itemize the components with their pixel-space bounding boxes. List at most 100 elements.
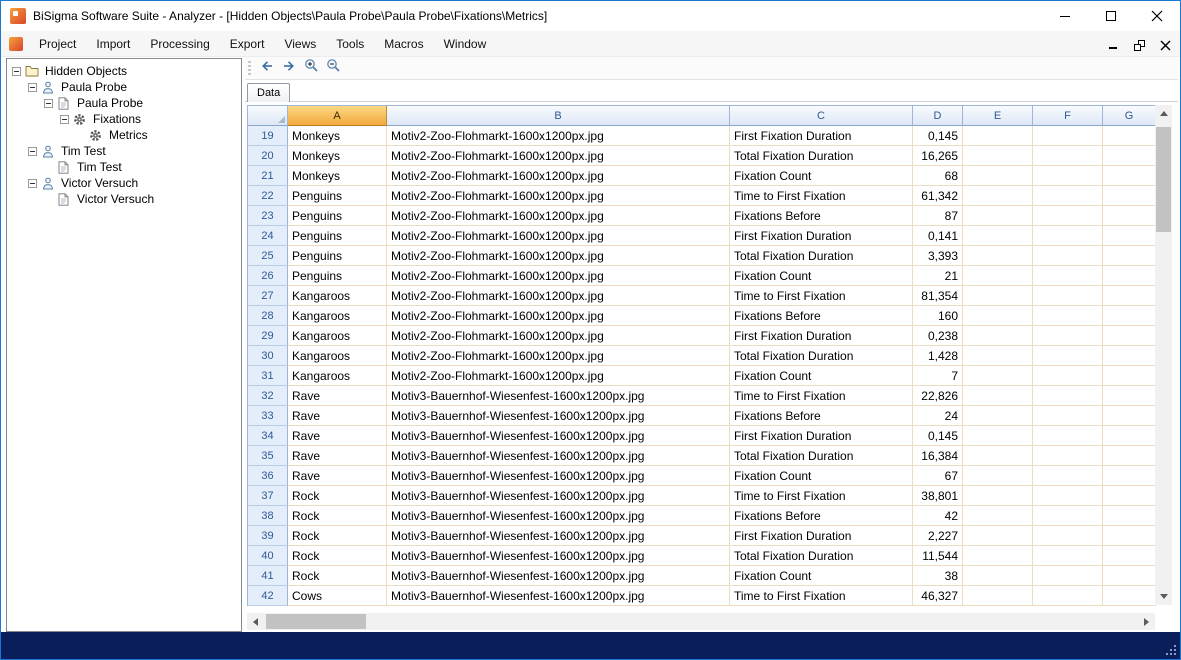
cell-B33[interactable]: Motiv3-Bauernhof-Wiesenfest-1600x1200px.… [387, 406, 730, 426]
close-button[interactable] [1134, 1, 1180, 31]
cell-B30[interactable]: Motiv2-Zoo-Flohmarkt-1600x1200px.jpg [387, 346, 730, 366]
row-header-33[interactable]: 33 [248, 406, 288, 426]
cell-D24[interactable]: 0,141 [913, 226, 963, 246]
row-header-37[interactable]: 37 [248, 486, 288, 506]
cell-A42[interactable]: Cows [288, 586, 387, 606]
cell-C34[interactable]: First Fixation Duration [730, 426, 913, 446]
horizontal-scrollbar[interactable] [247, 613, 1155, 630]
cell-A29[interactable]: Kangaroos [288, 326, 387, 346]
tab-data[interactable]: Data [247, 83, 290, 102]
column-header-D[interactable]: D [913, 106, 963, 126]
cell-G42[interactable] [1103, 586, 1156, 606]
cell-C28[interactable]: Fixations Before [730, 306, 913, 326]
cell-B21[interactable]: Motiv2-Zoo-Flohmarkt-1600x1200px.jpg [387, 166, 730, 186]
cell-B36[interactable]: Motiv3-Bauernhof-Wiesenfest-1600x1200px.… [387, 466, 730, 486]
cell-G34[interactable] [1103, 426, 1156, 446]
row-header-27[interactable]: 27 [248, 286, 288, 306]
cell-D29[interactable]: 0,238 [913, 326, 963, 346]
cell-F19[interactable] [1033, 126, 1103, 146]
cell-E25[interactable] [963, 246, 1033, 266]
menu-item-export[interactable]: Export [220, 33, 275, 55]
cell-E30[interactable] [963, 346, 1033, 366]
cell-B26[interactable]: Motiv2-Zoo-Flohmarkt-1600x1200px.jpg [387, 266, 730, 286]
mdi-restore-button[interactable] [1132, 37, 1146, 51]
row-header-19[interactable]: 19 [248, 126, 288, 146]
cell-B23[interactable]: Motiv2-Zoo-Flohmarkt-1600x1200px.jpg [387, 206, 730, 226]
cell-G31[interactable] [1103, 366, 1156, 386]
cell-C41[interactable]: Fixation Count [730, 566, 913, 586]
cell-C30[interactable]: Total Fixation Duration [730, 346, 913, 366]
cell-A38[interactable]: Rock [288, 506, 387, 526]
cell-F30[interactable] [1033, 346, 1103, 366]
cell-C27[interactable]: Time to First Fixation [730, 286, 913, 306]
cell-C37[interactable]: Time to First Fixation [730, 486, 913, 506]
row-header-32[interactable]: 32 [248, 386, 288, 406]
cell-A41[interactable]: Rock [288, 566, 387, 586]
cell-F32[interactable] [1033, 386, 1103, 406]
cell-D26[interactable]: 21 [913, 266, 963, 286]
cell-B27[interactable]: Motiv2-Zoo-Flohmarkt-1600x1200px.jpg [387, 286, 730, 306]
select-all-corner[interactable] [248, 106, 288, 126]
cell-A31[interactable]: Kangaroos [288, 366, 387, 386]
cell-G21[interactable] [1103, 166, 1156, 186]
cell-B29[interactable]: Motiv2-Zoo-Flohmarkt-1600x1200px.jpg [387, 326, 730, 346]
scroll-left-button[interactable] [247, 613, 264, 630]
cell-E41[interactable] [963, 566, 1033, 586]
cell-G19[interactable] [1103, 126, 1156, 146]
cell-D42[interactable]: 46,327 [913, 586, 963, 606]
cell-F42[interactable] [1033, 586, 1103, 606]
cell-D40[interactable]: 11,544 [913, 546, 963, 566]
cell-F22[interactable] [1033, 186, 1103, 206]
tree-item-hidden-objects[interactable]: Hidden Objects [7, 63, 241, 79]
cell-G37[interactable] [1103, 486, 1156, 506]
column-header-B[interactable]: B [387, 106, 730, 126]
toolbar-grip[interactable] [248, 61, 251, 76]
column-header-G[interactable]: G [1103, 106, 1156, 126]
row-header-21[interactable]: 21 [248, 166, 288, 186]
menu-item-processing[interactable]: Processing [140, 33, 219, 55]
cell-E34[interactable] [963, 426, 1033, 446]
cell-B32[interactable]: Motiv3-Bauernhof-Wiesenfest-1600x1200px.… [387, 386, 730, 406]
cell-G41[interactable] [1103, 566, 1156, 586]
cell-E28[interactable] [963, 306, 1033, 326]
cell-A21[interactable]: Monkeys [288, 166, 387, 186]
cell-E42[interactable] [963, 586, 1033, 606]
cell-F21[interactable] [1033, 166, 1103, 186]
cell-C21[interactable]: Fixation Count [730, 166, 913, 186]
cell-D22[interactable]: 61,342 [913, 186, 963, 206]
minimize-button[interactable] [1042, 1, 1088, 31]
mdi-close-button[interactable] [1158, 37, 1172, 51]
cell-D20[interactable]: 16,265 [913, 146, 963, 166]
cell-E20[interactable] [963, 146, 1033, 166]
cell-A23[interactable]: Penguins [288, 206, 387, 226]
cell-G25[interactable] [1103, 246, 1156, 266]
cell-A26[interactable]: Penguins [288, 266, 387, 286]
vertical-scrollbar-thumb[interactable] [1156, 127, 1171, 232]
cell-E21[interactable] [963, 166, 1033, 186]
cell-D32[interactable]: 22,826 [913, 386, 963, 406]
cell-A37[interactable]: Rock [288, 486, 387, 506]
cell-D28[interactable]: 160 [913, 306, 963, 326]
cell-F28[interactable] [1033, 306, 1103, 326]
cell-E31[interactable] [963, 366, 1033, 386]
cell-B34[interactable]: Motiv3-Bauernhof-Wiesenfest-1600x1200px.… [387, 426, 730, 446]
row-header-35[interactable]: 35 [248, 446, 288, 466]
row-header-36[interactable]: 36 [248, 466, 288, 486]
scroll-down-button[interactable] [1155, 588, 1172, 605]
back-button[interactable] [256, 58, 278, 79]
cell-D35[interactable]: 16,384 [913, 446, 963, 466]
collapse-expander-icon[interactable] [12, 67, 21, 76]
cell-D33[interactable]: 24 [913, 406, 963, 426]
cell-E35[interactable] [963, 446, 1033, 466]
cell-A32[interactable]: Rave [288, 386, 387, 406]
collapse-expander-icon[interactable] [60, 115, 69, 124]
row-header-23[interactable]: 23 [248, 206, 288, 226]
resize-grip-icon[interactable] [1165, 644, 1177, 656]
cell-A28[interactable]: Kangaroos [288, 306, 387, 326]
column-header-C[interactable]: C [730, 106, 913, 126]
row-header-22[interactable]: 22 [248, 186, 288, 206]
cell-A35[interactable]: Rave [288, 446, 387, 466]
cell-B24[interactable]: Motiv2-Zoo-Flohmarkt-1600x1200px.jpg [387, 226, 730, 246]
menu-item-macros[interactable]: Macros [374, 33, 433, 55]
collapse-expander-icon[interactable] [28, 179, 37, 188]
